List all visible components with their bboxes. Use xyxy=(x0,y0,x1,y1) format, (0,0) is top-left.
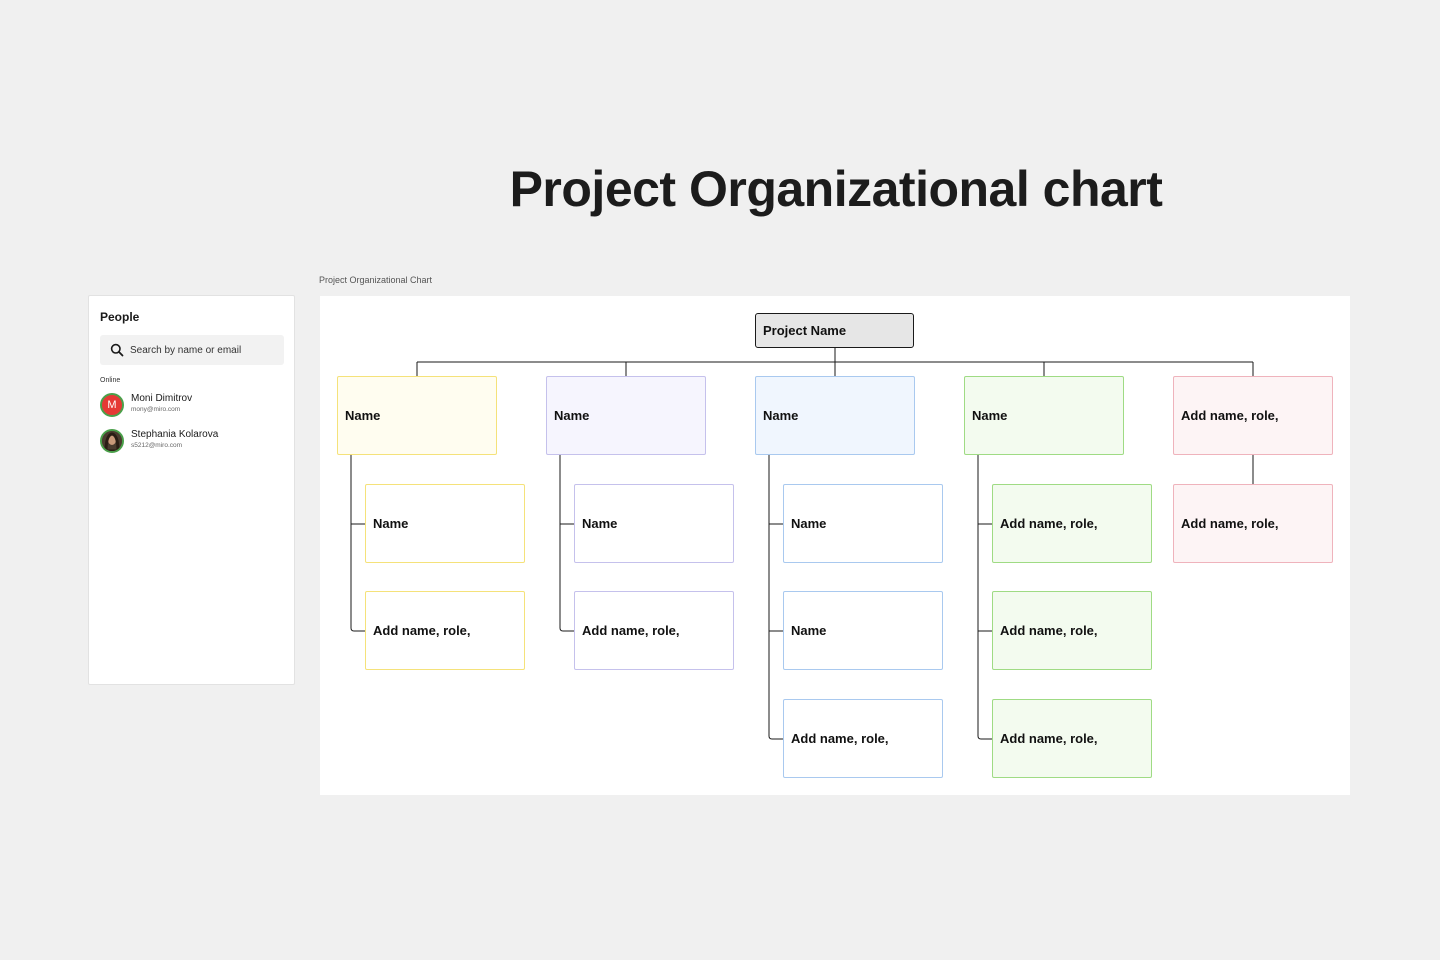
org-node-purple-child[interactable]: Add name, role, xyxy=(574,591,734,670)
user-list-item[interactable]: Stephania Kolarova s5212@miro.com xyxy=(100,429,280,459)
avatar xyxy=(100,429,124,453)
people-panel-title: People xyxy=(100,310,140,324)
online-section-label: Online xyxy=(100,377,121,384)
user-email: mony@miro.com xyxy=(131,406,181,413)
org-node-green-child[interactable]: Add name, role, xyxy=(992,699,1152,778)
search-box[interactable] xyxy=(100,335,284,365)
avatar-photo xyxy=(102,431,122,451)
user-name: Stephania Kolarova xyxy=(131,429,219,440)
org-node-yellow-child[interactable]: Add name, role, xyxy=(365,591,525,670)
avatar: M xyxy=(100,393,124,417)
connector-yellow-children xyxy=(350,455,365,632)
org-chart-frame: Project Name Name Name Add name, role, N… xyxy=(320,296,1350,795)
org-node-green-head[interactable]: Name xyxy=(964,376,1124,455)
org-node-blue-child[interactable]: Add name, role, xyxy=(783,699,943,778)
org-node-pink-head[interactable]: Add name, role, xyxy=(1173,376,1333,455)
user-name: Moni Dimitrov xyxy=(131,393,193,404)
avatar-initial: M xyxy=(107,399,117,411)
org-node-purple-head[interactable]: Name xyxy=(546,376,706,455)
org-node-yellow-head[interactable]: Name xyxy=(337,376,497,455)
search-input[interactable] xyxy=(130,335,280,365)
connector-blue-children xyxy=(768,455,783,740)
search-icon xyxy=(110,343,124,357)
page-title: Project Organizational chart xyxy=(509,161,1163,217)
people-panel: People Online M Moni Dimitrov mony@miro.… xyxy=(88,295,295,685)
connector-purple-children xyxy=(559,455,574,632)
user-list-item[interactable]: M Moni Dimitrov mony@miro.com xyxy=(100,393,280,423)
org-node-pink-child[interactable]: Add name, role, xyxy=(1173,484,1333,563)
org-node-blue-child[interactable]: Name xyxy=(783,591,943,670)
user-email: s5212@miro.com xyxy=(131,442,183,449)
org-node-green-child[interactable]: Add name, role, xyxy=(992,591,1152,670)
org-node-green-child[interactable]: Add name, role, xyxy=(992,484,1152,563)
frame-label[interactable]: Project Organizational Chart xyxy=(319,275,432,285)
org-node-yellow-child[interactable]: Name xyxy=(365,484,525,563)
org-node-root[interactable]: Project Name xyxy=(755,313,914,348)
org-node-blue-head[interactable]: Name xyxy=(755,376,915,455)
org-node-purple-child[interactable]: Name xyxy=(574,484,734,563)
org-node-blue-child[interactable]: Name xyxy=(783,484,943,563)
connector-green-children xyxy=(977,455,992,740)
